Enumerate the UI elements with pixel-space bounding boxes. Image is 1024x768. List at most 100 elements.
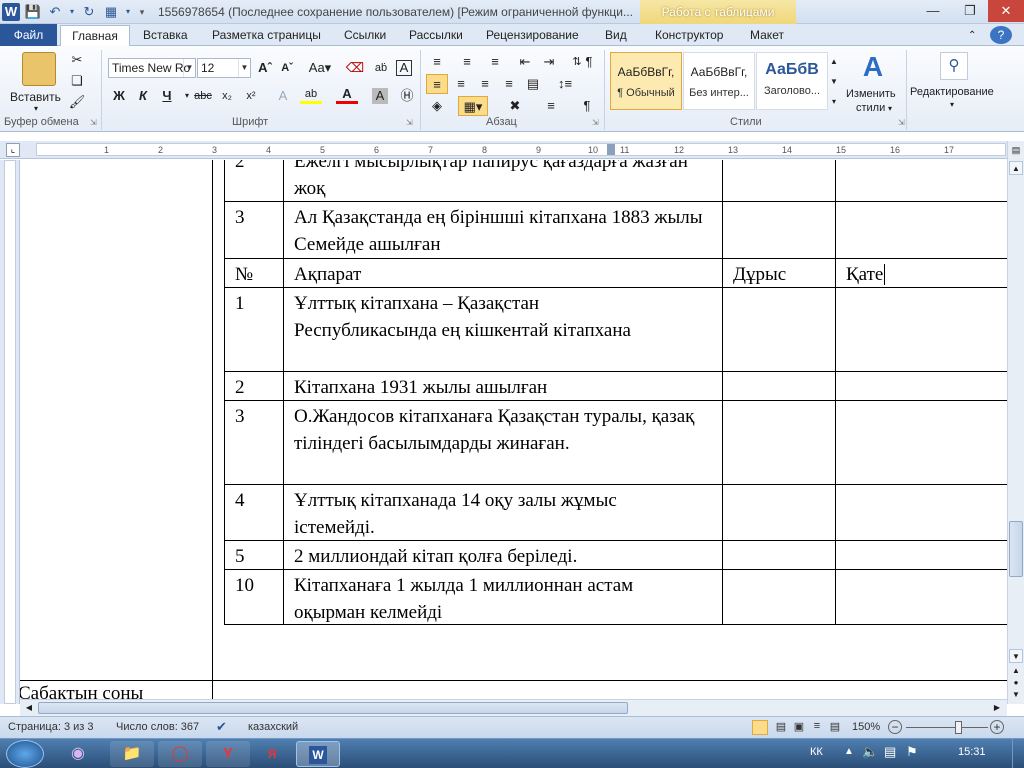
explorer-icon[interactable]: 📁 <box>110 741 154 767</box>
italic-icon[interactable]: К <box>132 86 154 106</box>
underline-icon[interactable]: Ч <box>156 86 178 106</box>
scroll-right-icon[interactable]: ▶ <box>990 701 1004 715</box>
document-canvas[interactable]: Сабақтың соңы 2 Ежелгі мысырлықтар папир… <box>20 160 1007 704</box>
tab-page-layout[interactable]: Разметка страницы <box>206 25 327 46</box>
yandex-icon[interactable]: Я <box>250 741 294 767</box>
borders-icon[interactable]: ▦▾ <box>458 96 488 116</box>
zoom-level[interactable]: 150% <box>852 721 880 733</box>
table-cell-info[interactable]: Кітапхана 1931 жылы ашылған <box>283 371 722 400</box>
table-cell-num[interactable]: 3 <box>224 201 283 258</box>
table-cell-false[interactable] <box>835 371 1007 400</box>
redo-icon[interactable]: ↻ <box>80 3 98 21</box>
vertical-scroll-thumb[interactable] <box>1009 521 1023 577</box>
binoculars-icon[interactable]: ⚲ <box>940 52 968 80</box>
strikethrough-icon[interactable]: abc <box>192 86 214 106</box>
table-cell-num[interactable]: 2 <box>224 160 283 201</box>
bullets-icon[interactable]: ≡ <box>426 52 448 72</box>
asian-layout-icon[interactable]: ≡ <box>540 96 562 116</box>
tab-view[interactable]: Вид <box>599 25 633 46</box>
word-count[interactable]: Число слов: 367 <box>116 721 199 733</box>
volume-icon[interactable]: 🔈 <box>862 744 878 760</box>
style-normal[interactable]: АаБбВвГг, ¶ Обычный <box>610 52 682 110</box>
table-cell-false[interactable] <box>835 287 1007 371</box>
start-button-icon[interactable] <box>6 740 44 768</box>
yandex-browser-icon[interactable]: Y <box>206 741 250 767</box>
table-cell-info[interactable]: Ежелгі мысырлықтар папирус қағаздарға жа… <box>283 160 722 201</box>
bold-icon[interactable]: Ж <box>108 86 130 106</box>
character-border-icon[interactable]: A <box>396 60 412 76</box>
line-spacing-icon[interactable]: ↕≡ <box>554 74 576 94</box>
help-icon[interactable]: ? <box>990 26 1012 44</box>
font-size-select[interactable]: 12 ▼ <box>197 58 251 78</box>
table-cell-true[interactable] <box>722 400 835 484</box>
paragraph-mark-icon[interactable]: ¶ <box>576 96 598 116</box>
customize-qat-icon[interactable]: ▾ <box>136 3 148 21</box>
pinned-app-icon[interactable]: ◉ <box>56 741 100 767</box>
table-cell-num[interactable]: 10 <box>224 569 283 625</box>
format-painter-icon[interactable]: 🖌 <box>66 92 88 112</box>
highlight-icon[interactable]: ab <box>300 86 322 104</box>
table-cell-true[interactable] <box>722 201 835 258</box>
justify-icon[interactable]: ≡ <box>498 74 520 94</box>
table-cell-true[interactable] <box>722 540 835 569</box>
clock[interactable]: 15:31 <box>958 746 986 758</box>
web-layout-icon[interactable]: ▣ <box>792 720 806 735</box>
table-cell-true[interactable] <box>722 569 835 625</box>
header-cell-false[interactable]: Қате <box>835 258 1007 287</box>
font-color-icon[interactable]: A <box>336 86 358 104</box>
full-screen-reading-icon[interactable]: ▤ <box>774 720 788 735</box>
subscript-icon[interactable]: x₂ <box>216 86 238 106</box>
tab-home[interactable]: Главная <box>60 25 130 46</box>
tab-design[interactable]: Конструктор <box>649 25 729 46</box>
table-cell-false[interactable] <box>835 540 1007 569</box>
editing-dropdown-icon[interactable]: ▾ <box>950 100 954 109</box>
shrink-font-icon[interactable]: Aˇ <box>276 58 298 78</box>
shading-icon[interactable]: ◈ <box>426 96 448 116</box>
change-case-icon[interactable]: Aa▾ <box>306 58 334 78</box>
scroll-left-icon[interactable]: ◀ <box>22 701 36 715</box>
table-cell-info[interactable]: Кітапханаға 1 жылда 1 миллионнан астам о… <box>283 569 722 625</box>
table-cell-true[interactable] <box>722 160 835 201</box>
phonetic-guide-icon[interactable]: aḃ <box>370 58 392 78</box>
column-marker[interactable] <box>607 144 615 155</box>
table-cell-true[interactable] <box>722 371 835 400</box>
align-left-icon[interactable]: ≡ <box>426 74 448 94</box>
paste-dropdown-icon[interactable]: ▾ <box>34 104 38 113</box>
next-page-icon[interactable]: ▼ <box>1009 689 1023 701</box>
restore-icon[interactable]: ❐ <box>953 0 987 22</box>
editing-button[interactable]: Редактирование <box>910 86 994 98</box>
table-icon[interactable]: ▦ <box>102 3 120 21</box>
table-cell-num[interactable]: 2 <box>224 371 283 400</box>
font-family-select[interactable]: Times New Ro ▼ <box>108 58 196 78</box>
table-cell-info[interactable]: Ұлттық кітапханада 14 оқу залы жұмыс іст… <box>283 484 722 540</box>
table-cell-false[interactable] <box>835 160 1007 201</box>
print-layout-view-icon[interactable] <box>752 720 768 735</box>
table-cell-true[interactable] <box>722 287 835 371</box>
ruler-toggle-icon[interactable]: ▤ <box>1010 143 1022 157</box>
horizontal-scrollbar[interactable]: ◀ ▶ <box>20 699 1007 716</box>
zoom-slider-track[interactable] <box>906 727 988 728</box>
cut-icon[interactable]: ✂ <box>66 50 88 70</box>
header-cell-info[interactable]: Ақпарат <box>283 258 722 287</box>
change-styles-icon[interactable]: A <box>856 52 890 82</box>
quiz-table[interactable]: 2 Ежелгі мысырлықтар папирус қағаздарға … <box>224 160 1007 625</box>
table-cell-true[interactable] <box>722 484 835 540</box>
table-cell-num[interactable]: 3 <box>224 400 283 484</box>
table-cell-info[interactable]: О.Жандосов кітапханаға Қазақстан туралы,… <box>283 400 722 484</box>
table-cell-num[interactable]: 4 <box>224 484 283 540</box>
undo-icon[interactable]: ↶ <box>46 3 64 21</box>
paragraph-launcher-icon[interactable]: ⇲ <box>592 118 599 127</box>
table-cell-num[interactable]: 5 <box>224 540 283 569</box>
minimize-icon[interactable]: — <box>916 0 950 22</box>
previous-page-icon[interactable]: ▲ <box>1009 665 1023 677</box>
close-icon[interactable]: ✕ <box>988 0 1024 22</box>
clear-formatting-icon[interactable]: ⌫ <box>344 58 366 78</box>
paste-icon[interactable] <box>22 52 56 86</box>
clipboard-launcher-icon[interactable]: ⇲ <box>90 118 97 127</box>
table-cell-num[interactable]: 1 <box>224 287 283 371</box>
increase-indent-icon[interactable]: ⇥ <box>538 52 560 72</box>
scroll-up-icon[interactable]: ▲ <box>1009 161 1023 175</box>
table-cell-info[interactable]: Ұлттық кітапхана – Қазақстан Республикас… <box>283 287 722 371</box>
horizontal-scroll-thumb[interactable] <box>38 702 628 714</box>
table-dropdown-icon[interactable]: ▾ <box>124 3 132 21</box>
